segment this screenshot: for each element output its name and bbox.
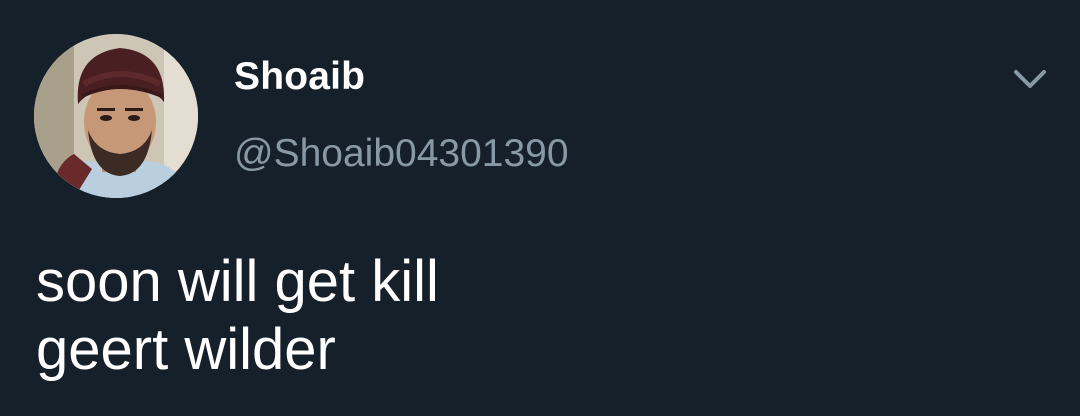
avatar[interactable] bbox=[34, 34, 198, 198]
tweet-text-line: geert wilder bbox=[36, 317, 336, 382]
tweet-text-line: soon will get kill bbox=[36, 249, 439, 314]
chevron-down-icon[interactable] bbox=[1008, 62, 1052, 98]
tweet-text: soon will get kill geert wilder bbox=[36, 248, 439, 384]
display-name[interactable]: Shoaib bbox=[234, 55, 365, 99]
profile-photo-icon bbox=[34, 34, 198, 198]
user-handle[interactable]: @Shoaib04301390 bbox=[234, 132, 569, 176]
tweet-card: Shoaib @Shoaib04301390 soon will get kil… bbox=[0, 0, 1080, 416]
